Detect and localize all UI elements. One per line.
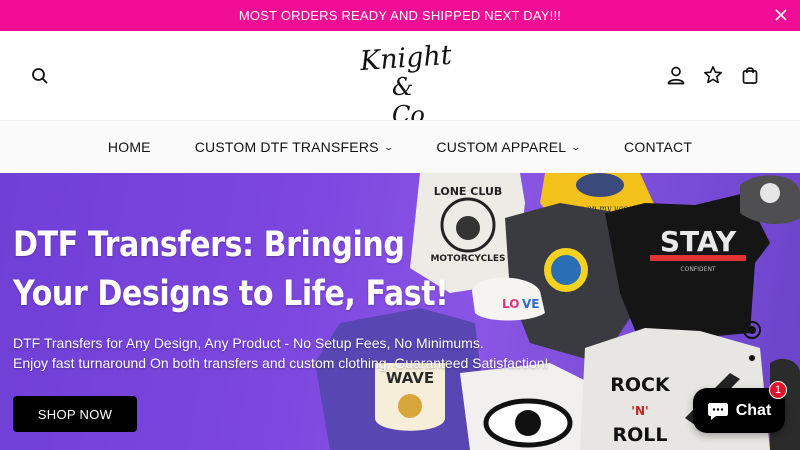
svg-text:LO: LO — [502, 297, 519, 311]
svg-text:'N': 'N' — [631, 404, 648, 418]
chevron-down-icon: ⌄ — [383, 141, 394, 152]
nav-item-home[interactable]: HOME — [108, 139, 151, 155]
hero-banner: LONE CLUB MOTORCYCLES take me on my vaca… — [0, 173, 800, 450]
nav-item-custom-dtf-transfers[interactable]: CUSTOM DTF TRANSFERS ⌄ — [194, 139, 394, 155]
chat-notification-badge: 1 — [769, 381, 787, 399]
wishlist-star-icon[interactable] — [703, 65, 723, 85]
chat-label: Chat — [735, 401, 772, 419]
hero-headline: DTF Transfers: Bringing Your Designs to … — [13, 225, 449, 314]
svg-text:VE: VE — [522, 297, 539, 311]
svg-text:ROCK: ROCK — [610, 374, 671, 396]
shop-now-button[interactable]: SHOP NOW — [13, 396, 137, 432]
logo-text-main: Knight — [359, 39, 453, 78]
hero-subtext-line: DTF Transfers for Any Design, Any Produc… — [13, 335, 484, 351]
main-nav: HOME CUSTOM DTF TRANSFERS ⌄ CUSTOM APPAR… — [0, 120, 800, 173]
nav-item-label: CUSTOM APPAREL — [436, 139, 567, 155]
hero-subtext-line: Enjoy fast turnaround On both transfers … — [13, 355, 549, 371]
close-icon[interactable] — [774, 8, 788, 22]
nav-item-custom-apparel[interactable]: CUSTOM APPAREL ⌄ — [436, 139, 582, 155]
svg-text:LONE CLUB: LONE CLUB — [434, 185, 503, 198]
svg-text:CONFIDENT: CONFIDENT — [680, 266, 716, 273]
hero-subtext: DTF Transfers for Any Design, Any Produc… — [13, 333, 548, 373]
nav-item-label: CONTACT — [624, 139, 693, 155]
svg-text:STAY: STAY — [660, 225, 737, 258]
slide-dot[interactable] — [749, 355, 755, 361]
nav-item-label: CUSTOM DTF TRANSFERS — [194, 139, 379, 155]
brand-logo[interactable]: Knight & Co — [352, 39, 453, 129]
nav-item-contact[interactable]: CONTACT — [624, 139, 692, 155]
nav-item-label: HOME — [107, 139, 151, 155]
slide-dot-active[interactable] — [743, 321, 761, 339]
svg-text:ROLL: ROLL — [613, 424, 668, 446]
cart-bag-icon[interactable] — [740, 65, 760, 85]
chevron-down-icon: ⌄ — [570, 141, 582, 152]
announcement-bar: MOST ORDERS READY AND SHIPPED NEXT DAY!!… — [0, 0, 800, 31]
announcement-text: MOST ORDERS READY AND SHIPPED NEXT DAY!!… — [238, 8, 562, 23]
chat-bubble-icon — [707, 402, 728, 420]
search-icon[interactable] — [31, 67, 49, 85]
account-icon[interactable] — [666, 65, 686, 85]
site-header: Knight & Co — [0, 31, 800, 129]
